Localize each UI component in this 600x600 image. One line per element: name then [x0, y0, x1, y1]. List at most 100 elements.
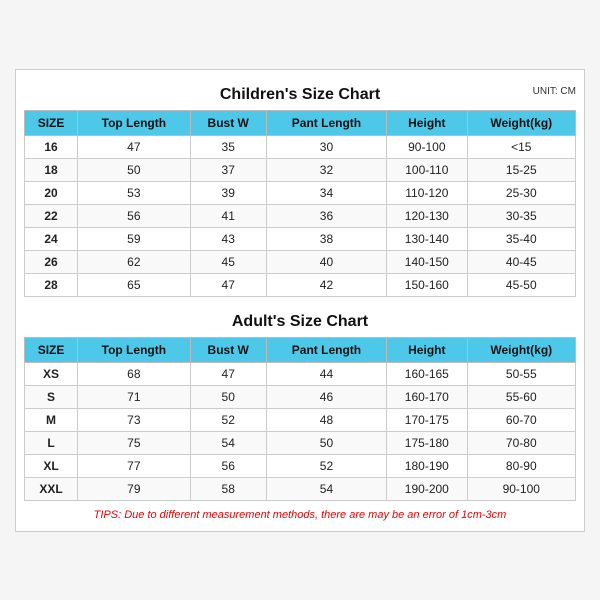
adult-cell: 90-100	[467, 477, 575, 500]
adult-cell: 50	[190, 385, 266, 408]
children-cell: 110-120	[387, 181, 467, 204]
children-cell: 38	[266, 227, 386, 250]
children-col-pant-length: Pant Length	[266, 110, 386, 135]
children-cell: 30	[266, 135, 386, 158]
children-cell: 41	[190, 204, 266, 227]
children-table-row: 20533934110-12025-30	[25, 181, 576, 204]
children-cell: 37	[190, 158, 266, 181]
children-cell: 45-50	[467, 273, 575, 296]
adult-cell: 50	[266, 431, 386, 454]
children-header-row: SIZE Top Length Bust W Pant Length Heigh…	[25, 110, 576, 135]
adult-cell: XL	[25, 454, 78, 477]
children-cell: 50	[78, 158, 191, 181]
children-cell: 18	[25, 158, 78, 181]
unit-label: UNIT: CM	[533, 86, 576, 97]
adult-title-text: Adult's Size Chart	[232, 313, 368, 330]
adult-cell: 60-70	[467, 408, 575, 431]
adult-cell: 54	[266, 477, 386, 500]
adult-cell: 70-80	[467, 431, 575, 454]
adult-cell: 79	[78, 477, 191, 500]
adult-col-pant-length: Pant Length	[266, 337, 386, 362]
children-cell: 100-110	[387, 158, 467, 181]
children-cell: 45	[190, 250, 266, 273]
adult-cell: 46	[266, 385, 386, 408]
adult-cell: 75	[78, 431, 191, 454]
adult-col-top-length: Top Length	[78, 337, 191, 362]
adult-cell: 77	[78, 454, 191, 477]
children-cell: <15	[467, 135, 575, 158]
children-table-row: 22564136120-13030-35	[25, 204, 576, 227]
children-title-text: Children's Size Chart	[220, 86, 380, 103]
adult-cell: 52	[266, 454, 386, 477]
children-cell: 28	[25, 273, 78, 296]
children-cell: 40	[266, 250, 386, 273]
children-cell: 150-160	[387, 273, 467, 296]
children-cell: 36	[266, 204, 386, 227]
children-table: SIZE Top Length Bust W Pant Length Heigh…	[24, 110, 576, 297]
children-cell: 120-130	[387, 204, 467, 227]
children-cell: 22	[25, 204, 78, 227]
adult-cell: 47	[190, 362, 266, 385]
children-cell: 39	[190, 181, 266, 204]
children-cell: 59	[78, 227, 191, 250]
adult-cell: 54	[190, 431, 266, 454]
children-cell: 65	[78, 273, 191, 296]
adult-cell: 58	[190, 477, 266, 500]
adult-cell: 73	[78, 408, 191, 431]
adult-cell: 175-180	[387, 431, 467, 454]
adult-cell: 48	[266, 408, 386, 431]
children-cell: 35-40	[467, 227, 575, 250]
children-table-row: 1647353090-100<15	[25, 135, 576, 158]
adult-cell: XXL	[25, 477, 78, 500]
adult-cell: M	[25, 408, 78, 431]
adult-table-row: L755450175-18070-80	[25, 431, 576, 454]
adult-cell: XS	[25, 362, 78, 385]
children-cell: 26	[25, 250, 78, 273]
children-table-row: 24594338130-14035-40	[25, 227, 576, 250]
adult-table: SIZE Top Length Bust W Pant Length Heigh…	[24, 337, 576, 501]
adult-cell: 56	[190, 454, 266, 477]
adult-col-weight: Weight(kg)	[467, 337, 575, 362]
adult-table-row: XL775652180-19080-90	[25, 454, 576, 477]
children-col-height: Height	[387, 110, 467, 135]
children-cell: 20	[25, 181, 78, 204]
children-cell: 47	[190, 273, 266, 296]
children-cell: 30-35	[467, 204, 575, 227]
adult-table-row: M735248170-17560-70	[25, 408, 576, 431]
adult-cell: 190-200	[387, 477, 467, 500]
children-cell: 40-45	[467, 250, 575, 273]
children-cell: 32	[266, 158, 386, 181]
adult-cell: 44	[266, 362, 386, 385]
children-cell: 56	[78, 204, 191, 227]
children-cell: 35	[190, 135, 266, 158]
adult-col-height: Height	[387, 337, 467, 362]
children-col-weight: Weight(kg)	[467, 110, 575, 135]
adult-cell: 170-175	[387, 408, 467, 431]
children-col-top-length: Top Length	[78, 110, 191, 135]
children-cell: 130-140	[387, 227, 467, 250]
adult-cell: S	[25, 385, 78, 408]
adult-cell: 50-55	[467, 362, 575, 385]
children-cell: 53	[78, 181, 191, 204]
adult-col-bust-w: Bust W	[190, 337, 266, 362]
adult-header-row: SIZE Top Length Bust W Pant Length Heigh…	[25, 337, 576, 362]
adult-section-title: Adult's Size Chart	[24, 307, 576, 333]
adult-cell: 52	[190, 408, 266, 431]
adult-cell: 160-170	[387, 385, 467, 408]
children-cell: 140-150	[387, 250, 467, 273]
children-cell: 25-30	[467, 181, 575, 204]
children-cell: 15-25	[467, 158, 575, 181]
adult-cell: L	[25, 431, 78, 454]
adult-cell: 160-165	[387, 362, 467, 385]
children-col-bust-w: Bust W	[190, 110, 266, 135]
adult-cell: 55-60	[467, 385, 575, 408]
adult-cell: 180-190	[387, 454, 467, 477]
adult-col-size: SIZE	[25, 337, 78, 362]
children-cell: 47	[78, 135, 191, 158]
children-cell: 16	[25, 135, 78, 158]
adult-table-row: XS684744160-16550-55	[25, 362, 576, 385]
children-cell: 62	[78, 250, 191, 273]
chart-container: Children's Size Chart UNIT: CM SIZE Top …	[15, 69, 585, 532]
adult-table-row: S715046160-17055-60	[25, 385, 576, 408]
children-table-row: 28654742150-16045-50	[25, 273, 576, 296]
